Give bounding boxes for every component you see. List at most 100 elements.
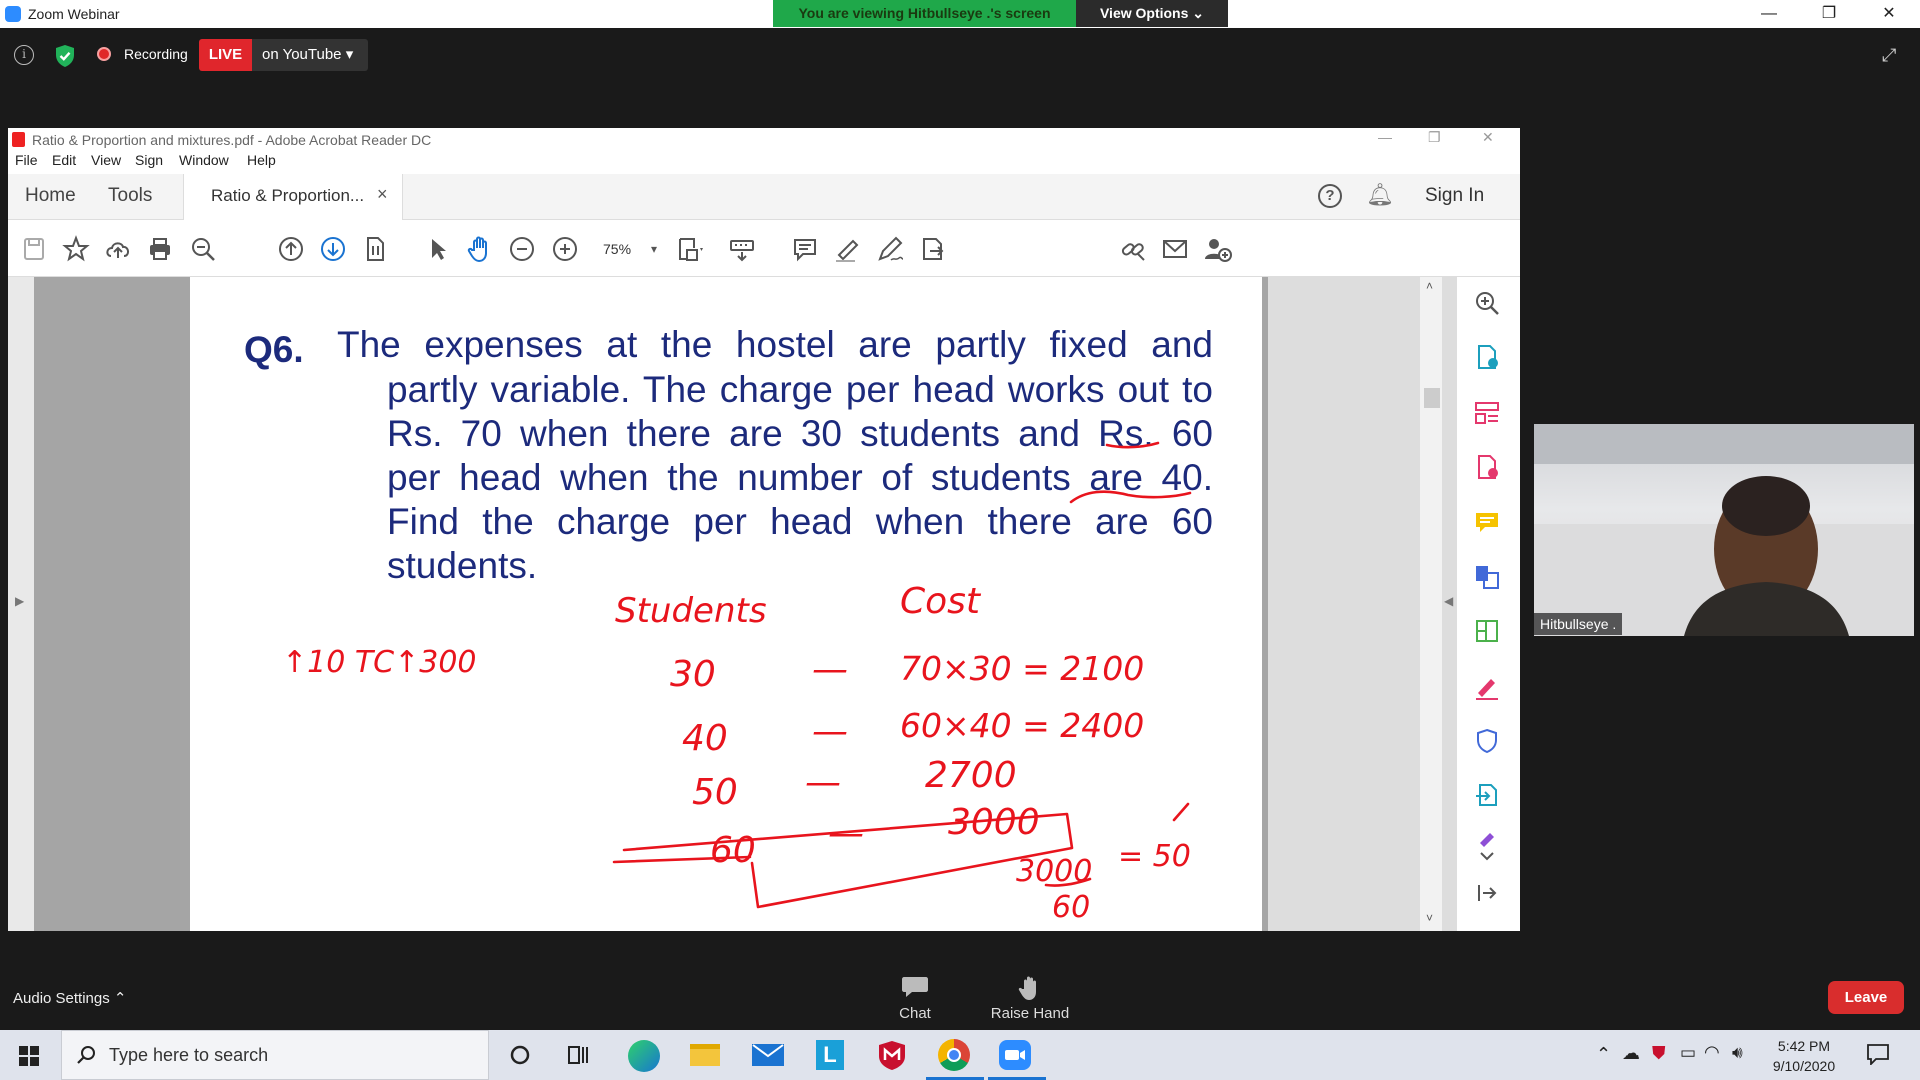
page-number-icon[interactable] (359, 233, 391, 265)
tray-chevron-up-icon[interactable]: ⌃ (1596, 1044, 1611, 1065)
link-icon[interactable] (1117, 233, 1149, 265)
zoom-level-select[interactable]: 75% ▾ (591, 235, 671, 263)
edit-pdf-icon[interactable] (1473, 617, 1501, 645)
acrobat-minimize-icon[interactable]: — (1378, 129, 1392, 145)
comment-icon[interactable] (789, 233, 821, 265)
hand-tool-icon[interactable] (464, 233, 496, 265)
document-viewer[interactable]: ▶ Q6. The expenses at the hostel are par… (8, 277, 1520, 931)
chrome-icon[interactable] (938, 1039, 970, 1071)
chat-label: Chat (899, 1005, 931, 1022)
fill-sign-icon[interactable] (1473, 673, 1501, 701)
menu-view[interactable]: View (91, 152, 121, 168)
battery-icon[interactable]: ▭ (1680, 1043, 1696, 1063)
clock-date: 9/10/2020 (1772, 1058, 1836, 1074)
acrobat-window-title: Ratio & Proportion and mixtures.pdf - Ad… (32, 132, 432, 148)
ink-cost-header: Cost (900, 581, 982, 622)
audio-settings-button[interactable]: Audio Settings ⌃ (13, 989, 126, 1007)
select-arrow-icon[interactable] (422, 233, 454, 265)
chevron-left-icon[interactable]: ◀ (1444, 594, 1453, 608)
zoom-out-icon[interactable] (506, 233, 538, 265)
menu-window[interactable]: Window (179, 152, 229, 168)
scroll-thumb[interactable] (1424, 388, 1440, 408)
export-pdf-icon[interactable] (1473, 343, 1501, 371)
edge-browser-icon[interactable] (628, 1040, 660, 1072)
chevron-right-icon[interactable]: ▶ (15, 594, 24, 608)
file-explorer-icon[interactable] (690, 1044, 720, 1066)
send-for-review-icon[interactable] (1473, 781, 1501, 809)
pdf-icon (12, 132, 25, 147)
menu-sign[interactable]: Sign (135, 152, 163, 168)
page-down-icon[interactable] (317, 233, 349, 265)
raise-hand-button[interactable]: Raise Hand (975, 975, 1085, 1022)
acrobat-title-bar: Ratio & Proportion and mixtures.pdf - Ad… (8, 128, 1520, 152)
menu-help[interactable]: Help (247, 152, 276, 168)
vertical-scrollbar[interactable]: ˄ ˅ (1420, 277, 1442, 931)
tab-home[interactable]: Home (25, 185, 76, 207)
tab-document[interactable]: Ratio & Proportion... × (183, 174, 403, 220)
taskbar-clock[interactable]: 5:42 PM 9/10/2020 (1770, 1036, 1838, 1076)
restore-button[interactable]: ❐ (1806, 0, 1852, 28)
live-platform-dropdown[interactable]: on YouTube ▾ (252, 39, 368, 71)
page-up-icon[interactable] (275, 233, 307, 265)
onedrive-cloud-icon[interactable]: ☁︎ (1622, 1043, 1640, 1064)
volume-icon[interactable]: 🔊︎ (1732, 1043, 1743, 1063)
zoom-level-value: 75% (603, 241, 632, 257)
l-app-icon[interactable]: L (816, 1040, 844, 1070)
share-doc-icon[interactable] (916, 233, 948, 265)
tray-mcafee-icon[interactable]: ⛊ (1652, 1043, 1666, 1064)
sign-pen-icon[interactable] (874, 233, 906, 265)
task-view-icon[interactable] (567, 1044, 591, 1066)
cortana-icon[interactable] (509, 1044, 531, 1066)
highlight-pen-icon[interactable] (831, 233, 863, 265)
close-button[interactable]: ✕ (1866, 0, 1912, 28)
upload-cloud-icon[interactable] (102, 233, 134, 265)
save-icon[interactable] (18, 233, 50, 265)
view-options-button[interactable]: View Options ⌄ (1076, 0, 1228, 27)
help-icon[interactable]: ? (1318, 184, 1342, 208)
organize-pages-icon[interactable] (1473, 399, 1501, 427)
menu-file[interactable]: File (15, 152, 38, 168)
more-tools-icon[interactable] (1473, 829, 1501, 863)
create-pdf-icon[interactable] (1473, 453, 1501, 481)
email-icon[interactable] (1159, 233, 1191, 265)
live-badge[interactable]: LIVE (199, 39, 252, 71)
left-panel-toggle[interactable]: ▶ (8, 277, 34, 931)
comment-tool-icon[interactable] (1473, 509, 1501, 537)
scroll-mode-icon[interactable] (726, 233, 758, 265)
chat-button[interactable]: Chat (892, 975, 938, 1022)
notification-center-icon[interactable] (1866, 1043, 1890, 1065)
star-icon[interactable] (60, 233, 92, 265)
zoom-in-icon[interactable] (549, 233, 581, 265)
recording-label[interactable]: Recording (124, 46, 188, 62)
mail-icon[interactable] (752, 1044, 784, 1066)
menu-edit[interactable]: Edit (52, 152, 76, 168)
sign-in-button[interactable]: Sign In (1425, 185, 1484, 207)
taskbar-search-input[interactable]: Type here to search (61, 1030, 489, 1080)
scroll-up-icon[interactable]: ˄ (1426, 279, 1433, 293)
leave-button[interactable]: Leave (1828, 981, 1904, 1014)
ink-students-header: Students (615, 591, 767, 631)
shield-icon[interactable] (54, 44, 76, 68)
windows-start-icon[interactable] (19, 1046, 39, 1066)
add-user-icon[interactable] (1201, 233, 1233, 265)
participant-video[interactable] (1534, 424, 1914, 636)
meeting-info-icon[interactable]: i (14, 45, 34, 65)
zoom-app-icon[interactable] (999, 1040, 1031, 1070)
tab-tools[interactable]: Tools (108, 185, 152, 207)
tab-close-icon[interactable]: × (377, 184, 388, 205)
scroll-down-icon[interactable]: ˅ (1426, 911, 1433, 925)
zoom-search-icon[interactable] (187, 233, 219, 265)
protect-shield-icon[interactable] (1473, 727, 1501, 755)
acrobat-close-icon[interactable]: ✕ (1482, 129, 1494, 146)
wifi-icon[interactable]: ◠ (1704, 1042, 1720, 1063)
combine-files-icon[interactable] (1473, 563, 1501, 591)
fit-page-icon[interactable] (674, 233, 706, 265)
zoom-search-icon[interactable] (1473, 289, 1501, 317)
mcafee-icon[interactable] (878, 1040, 906, 1070)
expand-icon[interactable]: ⤢ (1882, 45, 1896, 66)
bell-icon[interactable]: 🔔︎ (1366, 182, 1394, 208)
minimize-button[interactable]: — (1746, 0, 1792, 28)
collapse-pane-icon[interactable] (1473, 879, 1501, 907)
acrobat-restore-icon[interactable]: ❐ (1428, 129, 1441, 146)
print-icon[interactable] (144, 233, 176, 265)
